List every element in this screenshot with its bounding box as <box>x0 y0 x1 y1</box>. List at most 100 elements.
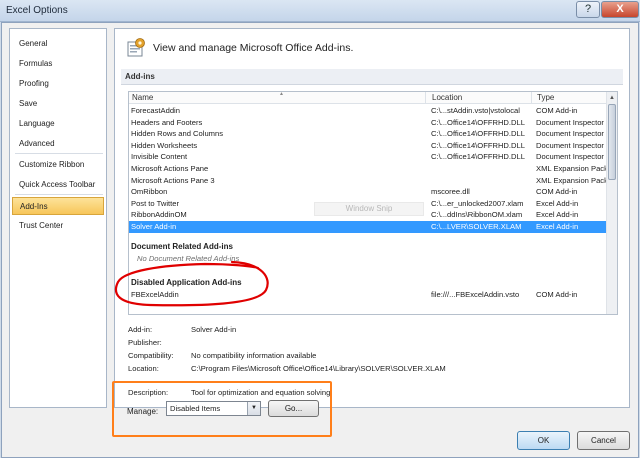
ok-button[interactable]: OK <box>517 431 570 450</box>
column-divider <box>425 92 426 104</box>
cancel-button[interactable]: Cancel <box>577 431 630 450</box>
cell-location: C:\...Office14\OFFRHD.DLL <box>431 152 525 162</box>
cell-name: Headers and Footers <box>131 117 203 127</box>
sidebar-item-add-ins[interactable]: Add-Ins <box>12 197 104 215</box>
cell-type: Excel Add-in <box>536 222 579 231</box>
title-bar: Excel Options ? X <box>0 0 640 22</box>
cell-location: C:\...Office14\OFFRHD.DLL <box>431 117 525 127</box>
sidebar-item-save[interactable]: Save <box>12 95 104 113</box>
cell-location: file:///...FBExcelAddin.vsto <box>431 290 520 299</box>
list-item[interactable]: Invisible Content C:\...Office14\OFFRHD.… <box>129 151 607 163</box>
cell-type: Excel Add-in <box>536 198 579 208</box>
page-title: View and manage Microsoft Office Add-ins… <box>153 42 354 54</box>
cell-location: mscoree.dll <box>431 187 470 197</box>
cell-type: Excel Add-in <box>536 210 579 220</box>
go-button[interactable]: Go... <box>268 400 319 417</box>
cell-type: COM Add-in <box>536 187 578 197</box>
cell-name: Microsoft Actions Pane 3 <box>131 175 215 185</box>
sidebar-item-formulas[interactable]: Formulas <box>12 55 104 73</box>
detail-publisher: Publisher: <box>128 338 618 350</box>
cell-location: C:\...LVER\SOLVER.XLAM <box>431 222 522 231</box>
sidebar-item-customize-ribbon[interactable]: Customize Ribbon <box>12 156 104 174</box>
column-divider <box>531 92 532 104</box>
sidebar-item-advanced[interactable]: Advanced <box>12 135 104 153</box>
detail-value: Tool for optimization and equation solvi… <box>191 388 331 397</box>
cell-name: Invisible Content <box>131 152 188 162</box>
detail-value: C:\Program Files\Microsoft Office\Office… <box>191 364 446 373</box>
section-title: Add-ins <box>125 72 155 81</box>
cell-type: Document Inspector <box>536 140 604 150</box>
column-header-name[interactable]: Name <box>132 93 153 102</box>
list-item[interactable]: OmRibbon mscoree.dll COM Add-in <box>129 186 607 198</box>
detail-location: Location: C:\Program Files\Microsoft Off… <box>128 364 618 376</box>
cell-name: Microsoft Actions Pane <box>131 164 209 173</box>
list-item[interactable]: Microsoft Actions Pane XML Expansion Pac… <box>129 163 608 175</box>
manage-label: Manage: <box>127 407 159 416</box>
cell-type: COM Add-in <box>536 106 578 115</box>
list-item[interactable]: Microsoft Actions Pane 3 XML Expansion P… <box>129 175 608 187</box>
sidebar-divider <box>15 194 103 195</box>
sidebar-divider <box>15 153 103 154</box>
excel-options-dialog: General Formulas Proofing Save Language … <box>1 22 639 458</box>
cell-type: COM Add-in <box>536 290 578 299</box>
cell-location: C:\...er_unlocked2007.xlam <box>431 198 524 208</box>
list-item-selected[interactable]: Solver Add-in C:\...LVER\SOLVER.XLAM Exc… <box>129 221 607 233</box>
sort-up-icon: ▲ <box>279 91 284 97</box>
vertical-scrollbar[interactable]: ▲ <box>606 92 617 314</box>
scroll-up-icon[interactable]: ▲ <box>607 92 617 104</box>
section-header: Add-ins <box>121 69 623 85</box>
sidebar-item-proofing[interactable]: Proofing <box>12 75 104 93</box>
detail-value: Solver Add-in <box>191 325 237 334</box>
detail-compatibility: Compatibility: No compatibility informat… <box>128 351 618 363</box>
manage-dropdown[interactable]: Disabled Items ▼ <box>166 401 261 416</box>
manage-dropdown-value: Disabled Items <box>170 404 221 413</box>
group-header-document-related: Document Related Add-ins <box>131 242 233 251</box>
detail-add-in: Add-in: Solver Add-in <box>128 325 618 337</box>
window-title: Excel Options <box>6 5 68 16</box>
cell-name: Hidden Rows and Columns <box>131 129 224 139</box>
add-ins-gear-icon <box>127 38 145 57</box>
detail-value: No compatibility information available <box>191 351 317 360</box>
cell-location: C:\...ddIns\RibbonOM.xlam <box>431 210 523 220</box>
detail-label: Add-in: <box>128 325 153 334</box>
detail-label: Compatibility: <box>128 351 174 360</box>
cell-name: OmRibbon <box>131 187 168 197</box>
cell-name: ForecastAddin <box>131 106 180 115</box>
cell-type: Document Inspector <box>536 152 604 162</box>
sidebar-item-quick-access-toolbar[interactable]: Quick Access Toolbar <box>12 176 104 194</box>
add-ins-panel: View and manage Microsoft Office Add-ins… <box>114 28 630 408</box>
column-header-type[interactable]: Type <box>537 93 554 102</box>
column-header-location[interactable]: Location <box>432 93 462 102</box>
list-item-disabled[interactable]: FBExcelAddin file:///...FBExcelAddin.vst… <box>129 289 607 301</box>
list-item[interactable]: ForecastAddin C:\...stAddin.vsto|vstoloc… <box>129 105 607 117</box>
cell-type: XML Expansion Pack <box>536 175 608 185</box>
detail-label: Description: <box>128 388 169 397</box>
list-item[interactable]: Headers and Footers C:\...Office14\OFFRH… <box>129 117 607 129</box>
detail-label: Location: <box>128 364 159 373</box>
cell-name: Solver Add-in <box>131 222 177 231</box>
cell-location: C:\...Office14\OFFRHD.DLL <box>431 140 525 150</box>
cell-location: C:\...stAddin.vsto|vstolocal <box>431 106 520 115</box>
cell-name: FBExcelAddin <box>131 290 179 299</box>
group-header-disabled: Disabled Application Add-ins <box>131 278 242 287</box>
close-button[interactable]: X <box>601 1 639 18</box>
cell-type: Document Inspector <box>536 117 604 127</box>
window-snip-overlay: Window Snip <box>314 202 424 216</box>
list-item[interactable]: Hidden Rows and Columns C:\...Office14\O… <box>129 128 607 140</box>
list-header: Name ▲ Location Type <box>129 92 607 104</box>
empty-group-text: No Document Related Add-ins <box>137 254 240 263</box>
sidebar-item-language[interactable]: Language <box>12 115 104 133</box>
detail-description: Description: Tool for optimization and e… <box>128 388 618 400</box>
scroll-thumb[interactable] <box>608 104 616 180</box>
cell-name: Hidden Worksheets <box>131 140 198 150</box>
sidebar-item-trust-center[interactable]: Trust Center <box>12 217 104 235</box>
options-sidebar: General Formulas Proofing Save Language … <box>9 28 107 408</box>
help-button[interactable]: ? <box>576 1 600 18</box>
chevron-down-icon[interactable]: ▼ <box>247 402 260 415</box>
detail-label: Publisher: <box>128 338 162 347</box>
cell-type: XML Expansion Pack <box>536 164 608 173</box>
cell-type: Document Inspector <box>536 129 604 139</box>
list-item[interactable]: Hidden Worksheets C:\...Office14\OFFRHD.… <box>129 140 607 152</box>
sidebar-item-general[interactable]: General <box>12 35 104 53</box>
cell-location: C:\...Office14\OFFRHD.DLL <box>431 129 525 139</box>
